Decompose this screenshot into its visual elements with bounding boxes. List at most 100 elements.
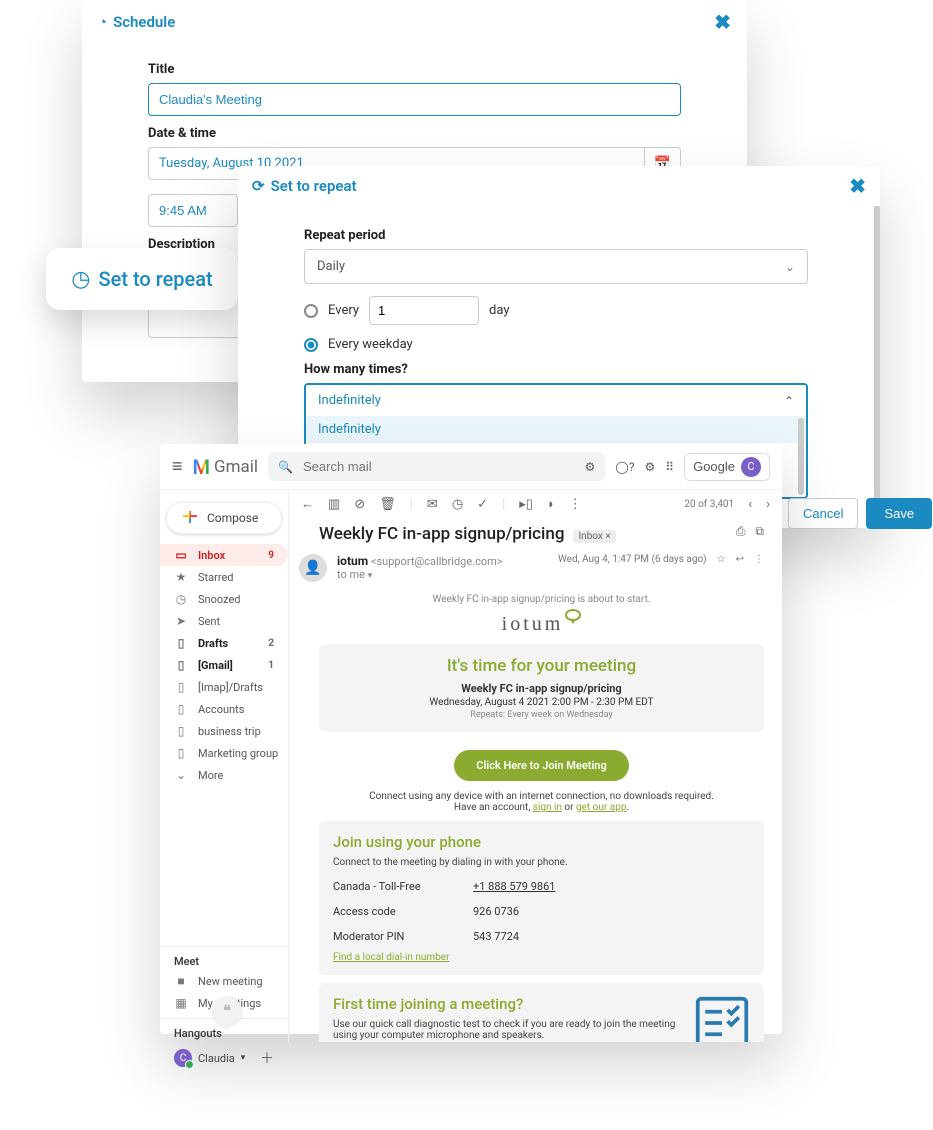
- prev-icon[interactable]: ‹: [748, 497, 752, 512]
- apps-icon[interactable]: ⠿: [665, 460, 674, 474]
- open-icon[interactable]: ⧉: [755, 524, 764, 539]
- meeting-heading: It's time for your meeting: [333, 656, 750, 676]
- settings-icon[interactable]: ⚙: [645, 460, 656, 474]
- task-icon[interactable]: ✓: [477, 497, 488, 512]
- compose-button[interactable]: ＋ Compose: [166, 502, 282, 534]
- every-weekday-label: Every weekday: [328, 337, 413, 352]
- repeat-header: ⟳ Set to repeat ✖: [238, 166, 880, 206]
- unread-icon[interactable]: ✉: [427, 497, 438, 512]
- sidebar-item-business-trip[interactable]: ▯business trip: [160, 720, 288, 742]
- delete-icon[interactable]: 🗑: [379, 497, 396, 512]
- schedule-header: ◔ Schedule ✖: [82, 0, 747, 44]
- gmail-main: ← ▥ ⊘ 🗑 | ✉ ◷ ✓ | ▸▯ ◗ ⋮ 20 of 3,401 ‹ ›…: [288, 490, 782, 1042]
- gmail-logo[interactable]: MGmail: [193, 455, 259, 479]
- hamburger-icon[interactable]: ≡: [172, 456, 183, 477]
- firsttime-card: First time joining a meeting? Use our qu…: [319, 983, 764, 1042]
- sidebar-item-more[interactable]: ⌄More: [160, 764, 288, 786]
- new-meeting[interactable]: ■New meeting: [160, 970, 288, 992]
- plus-icon[interactable]: ＋: [260, 1048, 274, 1068]
- howmany-value: Indefinitely: [318, 393, 381, 408]
- checklist-icon: [694, 995, 750, 1042]
- option-indefinitely[interactable]: Indefinitely: [306, 416, 806, 443]
- sender-avatar-icon: 👤: [299, 554, 327, 582]
- phone-heading: Join using your phone: [333, 833, 750, 851]
- email-count: 20 of 3,401: [684, 499, 734, 510]
- close-icon[interactable]: ✖: [849, 174, 866, 198]
- compose-label: Compose: [207, 511, 258, 525]
- period-select[interactable]: Daily ⌄: [304, 249, 808, 284]
- star-icon[interactable]: ☆: [717, 554, 726, 565]
- meeting-title: Weekly FC in-app signup/pricing: [333, 682, 750, 695]
- getapp-link[interactable]: get our app: [576, 802, 626, 813]
- refresh-icon: ⟳: [252, 177, 265, 195]
- dialin-row: Canada - Toll-Free+1 888 579 9861: [333, 874, 750, 899]
- repeat-footer: Cancel Save: [788, 498, 932, 529]
- avatar: C: [741, 457, 761, 477]
- snooze-icon[interactable]: ◷: [452, 497, 463, 512]
- speech-bubble-icon: [565, 609, 581, 621]
- time-input[interactable]: [148, 194, 238, 227]
- schedule-title: Schedule: [113, 13, 175, 31]
- period-value: Daily: [317, 259, 345, 274]
- sidebar-item--imap-drafts[interactable]: ▯[Imap]/Drafts: [160, 676, 288, 698]
- every-number-input[interactable]: [369, 296, 479, 325]
- label-icon[interactable]: ◗: [547, 496, 555, 512]
- chevron-up-icon: ⌃: [784, 394, 794, 408]
- from-name: iotum: [337, 554, 368, 568]
- meet-header: Meet: [160, 947, 288, 970]
- plus-icon: ＋: [181, 511, 199, 525]
- print-icon[interactable]: ⎙: [736, 524, 746, 539]
- every-radio[interactable]: [304, 304, 318, 318]
- sidebar-item-starred[interactable]: ★Starred: [160, 566, 288, 588]
- close-icon[interactable]: ✖: [714, 10, 731, 34]
- day-label: day: [489, 303, 509, 318]
- cancel-button[interactable]: Cancel: [788, 498, 858, 529]
- every-label: Every: [328, 303, 359, 318]
- gmail-panel: ≡ MGmail 🔍 ⚙ ◯? ⚙ ⠿ Google C ＋ Compose ▭…: [160, 444, 782, 1034]
- search-input[interactable]: [301, 458, 577, 475]
- quote-icon: ❝: [212, 996, 242, 1026]
- more-icon[interactable]: ⋮: [569, 497, 582, 512]
- spam-icon[interactable]: ⊘: [354, 497, 365, 512]
- repeat-title: Set to repeat: [271, 177, 357, 195]
- inbox-badge[interactable]: Inbox ×: [573, 530, 615, 543]
- meeting-card: It's time for your meeting Weekly FC in-…: [319, 644, 764, 732]
- clock-icon: ◷: [71, 267, 90, 292]
- dialin-row: Access code926 0736: [333, 899, 750, 924]
- sidebar-item--gmail-[interactable]: ▯[Gmail]1: [160, 654, 288, 676]
- google-account[interactable]: Google C: [684, 453, 770, 481]
- sidebar-item-snoozed[interactable]: ◷Snoozed: [160, 588, 288, 610]
- join-meeting-button[interactable]: Click Here to Join Meeting: [454, 750, 628, 781]
- help-icon[interactable]: ◯?: [615, 460, 634, 474]
- sidebar-item-accounts[interactable]: ▯Accounts: [160, 698, 288, 720]
- firsttime-heading: First time joining a meeting?: [333, 995, 676, 1013]
- move-icon[interactable]: ▸▯: [519, 497, 533, 512]
- signin-link[interactable]: sign in: [533, 802, 562, 813]
- next-icon[interactable]: ›: [766, 497, 770, 512]
- set-to-repeat-pill[interactable]: ◷ Set to repeat: [46, 248, 238, 310]
- search-box[interactable]: 🔍 ⚙: [268, 452, 605, 481]
- title-label: Title: [148, 62, 681, 77]
- title-input[interactable]: [148, 83, 681, 116]
- gmail-sidebar: ＋ Compose ▭Inbox9★Starred◷Snoozed➤Sent▯D…: [160, 490, 288, 1042]
- gmail-topbar: ≡ MGmail 🔍 ⚙ ◯? ⚙ ⠿ Google C: [160, 444, 782, 490]
- email-body: Weekly FC in-app signup/pricing is about…: [289, 586, 782, 1042]
- more-icon[interactable]: ⋮: [754, 554, 764, 565]
- sidebar-item-sent[interactable]: ➤Sent: [160, 610, 288, 632]
- find-local-link[interactable]: Find a local dial-in number: [333, 952, 450, 963]
- phone-sub: Connect to the meeting by dialing in wit…: [333, 857, 750, 868]
- to-line[interactable]: to me: [337, 568, 365, 581]
- email-from-row: 👤 iotum <support@callbridge.com> to me ▾…: [289, 548, 782, 586]
- every-weekday-radio[interactable]: [304, 338, 318, 352]
- save-button[interactable]: Save: [866, 498, 932, 529]
- sidebar-item-inbox[interactable]: ▭Inbox9: [160, 544, 288, 566]
- pill-text: Set to repeat: [99, 267, 213, 291]
- sidebar-item-drafts[interactable]: ▯Drafts2: [160, 632, 288, 654]
- archive-icon[interactable]: ▥: [328, 497, 340, 512]
- back-icon[interactable]: ←: [301, 496, 314, 512]
- from-email: <support@callbridge.com>: [371, 555, 503, 568]
- reply-icon[interactable]: ↩: [736, 554, 744, 565]
- sidebar-item-marketing-group[interactable]: ▯Marketing group: [160, 742, 288, 764]
- hangouts-user[interactable]: C Claudia ▾ ＋: [160, 1042, 288, 1074]
- tune-icon[interactable]: ⚙: [585, 460, 596, 474]
